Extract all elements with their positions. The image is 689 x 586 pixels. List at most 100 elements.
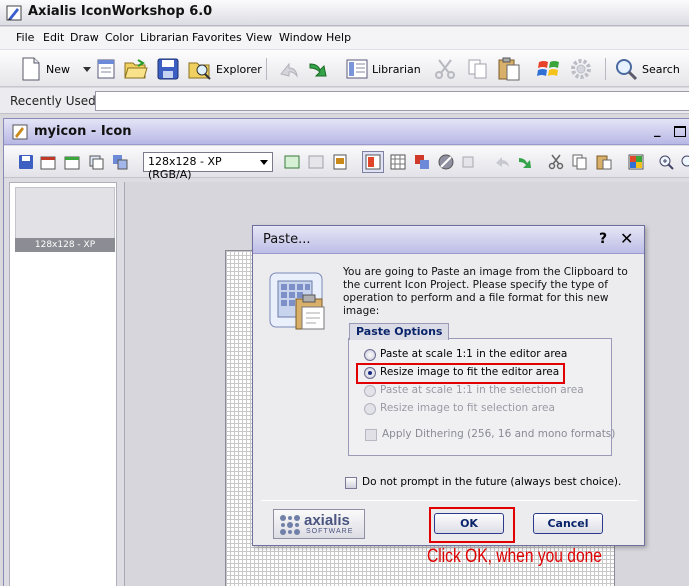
toolbar-separator: [266, 58, 267, 80]
open-button[interactable]: [124, 56, 148, 82]
paste-dialog: Paste... ? ✕ You are going to Paste an i…: [252, 225, 645, 546]
paste-clipboard-icon: [269, 272, 325, 330]
recently-used-field[interactable]: [95, 91, 689, 111]
thumbnail-pane: 128x128 - XP: [9, 182, 117, 586]
format-options-icon[interactable]: [112, 154, 128, 170]
clipboard-icon: [498, 57, 520, 81]
instruction-annotation: Click OK, when you done: [427, 546, 602, 567]
minimize-button[interactable]: _: [654, 123, 661, 138]
librarian-button[interactable]: Librarian: [346, 56, 421, 82]
preview-icon[interactable]: [462, 154, 478, 170]
menu-librarian[interactable]: Librarian: [140, 31, 189, 44]
explorer-button[interactable]: Explorer: [188, 56, 262, 82]
menu-file[interactable]: File: [16, 31, 34, 44]
search-button[interactable]: Search: [614, 56, 689, 82]
cut-button[interactable]: [434, 56, 456, 82]
do-not-prompt-label: Do not prompt in the future (always best…: [362, 476, 622, 488]
radio-button-disabled: [364, 385, 376, 397]
menu-color[interactable]: Color: [105, 31, 134, 44]
image-properties-icon[interactable]: [332, 154, 348, 170]
copy-button[interactable]: [467, 56, 489, 82]
copy-icon: [468, 59, 487, 79]
delete-image-icon[interactable]: [308, 154, 324, 170]
format-select[interactable]: 128x128 - XP (RGB/A): [143, 152, 273, 181]
app-icon: [6, 5, 22, 21]
axialis-logo: axialis SOFTWARE: [273, 509, 365, 539]
logo-brand-text: axialis: [304, 512, 350, 529]
add-format-icon[interactable]: [64, 154, 80, 170]
recently-used-bar: Recently Used: [0, 88, 689, 114]
new-image-icon[interactable]: [40, 154, 56, 170]
maximize-button[interactable]: [674, 126, 686, 137]
do-not-prompt-checkbox[interactable]: [345, 477, 357, 489]
radio-button[interactable]: [364, 349, 376, 361]
new-button-label: New: [46, 62, 70, 76]
paste-dialog-message: You are going to Paste an image from the…: [343, 266, 628, 317]
explorer-button-label: Explorer: [216, 62, 262, 76]
zoom-out-icon[interactable]: [680, 154, 689, 170]
menu-window[interactable]: Window: [279, 31, 322, 44]
redo-icon[interactable]: [518, 154, 534, 170]
add-image-icon[interactable]: [284, 154, 300, 170]
back-arrow-icon: [280, 62, 298, 78]
menu-draw[interactable]: Draw: [70, 31, 99, 44]
dithering-label: Apply Dithering (256, 16 and mono format…: [382, 428, 616, 440]
menu-favorites[interactable]: Favorites: [192, 31, 242, 44]
option-label: Paste at scale 1:1 in the selection area: [380, 384, 584, 396]
calendar-button[interactable]: [96, 56, 116, 82]
option-label: Paste at scale 1:1 in the editor area: [380, 348, 568, 360]
forward-button[interactable]: [308, 56, 330, 82]
forward-arrow-icon: [309, 63, 327, 77]
chevron-down-icon[interactable]: [82, 65, 92, 73]
save-image-icon[interactable]: [18, 154, 34, 170]
app-titlebar: Axialis IconWorkshop 6.0: [0, 0, 689, 26]
paste-options-title: Paste Options: [349, 323, 450, 340]
menu-edit[interactable]: Edit: [43, 31, 64, 44]
librarian-button-label: Librarian: [372, 62, 421, 76]
calendar-icon: [97, 59, 115, 79]
gear-icon: [571, 59, 591, 79]
menu-view[interactable]: View: [246, 31, 272, 44]
recently-used-label: Recently Used: [10, 94, 96, 108]
save-button[interactable]: [157, 56, 179, 82]
format-list-icon[interactable]: [88, 154, 104, 170]
windows-logo-icon: [537, 61, 559, 76]
undo-icon[interactable]: [494, 154, 510, 170]
close-button[interactable]: ✕: [620, 229, 633, 248]
paste-button[interactable]: [497, 56, 521, 82]
radio-button-disabled: [364, 403, 376, 415]
zoom-in-icon[interactable]: [658, 154, 674, 170]
view-mode-toggle[interactable]: [362, 151, 384, 173]
help-button[interactable]: ?: [599, 231, 607, 247]
grid-icon[interactable]: [390, 154, 406, 170]
clipboard-icon[interactable]: [596, 154, 612, 170]
menu-help[interactable]: Help: [326, 31, 351, 44]
open-folder-icon: [124, 59, 148, 79]
background-color-icon[interactable]: [414, 154, 430, 170]
selected-option-highlight: [356, 363, 565, 384]
new-button[interactable]: New: [20, 56, 92, 82]
color-palette-icon[interactable]: [628, 154, 644, 170]
floppy-disk-icon: [157, 58, 179, 80]
back-button[interactable]: [277, 56, 299, 82]
cancel-button[interactable]: Cancel: [533, 513, 603, 534]
format-thumbnail-label: 128x128 - XP: [15, 238, 115, 252]
transparency-icon[interactable]: [438, 154, 454, 170]
copy-icon[interactable]: [572, 154, 588, 170]
dithering-checkbox: [365, 429, 377, 441]
librarian-icon: [346, 59, 368, 79]
chevron-down-icon: [260, 160, 268, 165]
options-button[interactable]: [569, 56, 593, 82]
document-titlebar: myicon - Icon _: [4, 119, 689, 145]
axialis-logo-icon: [280, 515, 300, 535]
search-icon: [616, 59, 638, 81]
toolbar-separator: [605, 58, 606, 80]
single-view-icon: [365, 154, 381, 170]
ok-button-highlight: [429, 507, 515, 543]
scissors-icon[interactable]: [548, 154, 564, 170]
windows-button[interactable]: [537, 56, 561, 82]
dialog-separator: [261, 500, 638, 501]
search-button-label: Search: [642, 62, 680, 76]
menu-bar: File Edit Draw Color Librarian Favorites…: [0, 27, 689, 49]
option-label: Resize image to fit selection area: [380, 402, 555, 414]
